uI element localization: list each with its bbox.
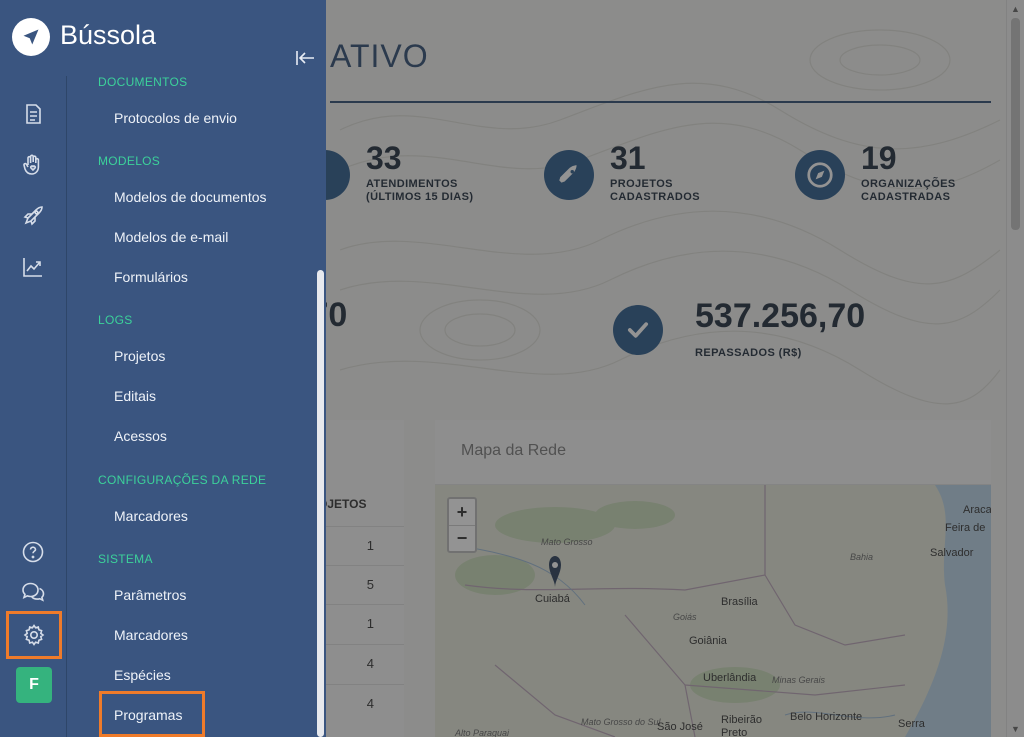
settings-menu: DOCUMENTOS Protocolos de envio MODELOS M…: [67, 0, 326, 737]
collapse-sidebar-icon[interactable]: [295, 50, 315, 71]
menu-item-logs-projetos[interactable]: Projetos: [114, 348, 165, 364]
gear-icon[interactable]: [6, 611, 62, 659]
rocket-icon[interactable]: [18, 201, 48, 231]
menu-scrollbar[interactable]: [317, 270, 324, 737]
section-configuracoes-da-rede: CONFIGURAÇÕES DA REDE: [98, 473, 267, 487]
section-sistema: SISTEMA: [98, 552, 153, 566]
menu-item-programas[interactable]: Programas: [114, 707, 182, 723]
menu-item-formularios[interactable]: Formulários: [114, 269, 188, 285]
menu-item-logs-acessos[interactable]: Acessos: [114, 428, 167, 444]
menu-item-especies[interactable]: Espécies: [114, 667, 171, 683]
chat-icon[interactable]: [18, 577, 48, 607]
section-logs: LOGS: [98, 313, 133, 327]
app-name: Bússola: [60, 20, 157, 50]
menu-item-parametros[interactable]: Parâmetros: [114, 587, 186, 603]
menu-item-sistema-marcadores[interactable]: Marcadores: [114, 627, 188, 643]
icon-rail: F: [0, 0, 67, 737]
hand-heart-icon[interactable]: [18, 150, 48, 180]
section-documentos: DOCUMENTOS: [98, 75, 188, 89]
menu-item-logs-editais[interactable]: Editais: [114, 388, 156, 404]
menu-item-modelos-de-email[interactable]: Modelos de e-mail: [114, 229, 228, 245]
compass-logo-icon: [12, 18, 50, 56]
section-modelos: MODELOS: [98, 154, 161, 168]
help-icon[interactable]: [18, 537, 48, 567]
menu-item-protocolos-de-envio[interactable]: Protocolos de envio: [114, 110, 237, 126]
document-icon[interactable]: [18, 99, 48, 129]
chart-icon[interactable]: [18, 252, 48, 282]
menu-item-rede-marcadores[interactable]: Marcadores: [114, 508, 188, 524]
avatar[interactable]: F: [16, 667, 52, 703]
menu-item-modelos-de-documentos[interactable]: Modelos de documentos: [114, 189, 267, 205]
brand-header: Bússola: [0, 0, 326, 76]
